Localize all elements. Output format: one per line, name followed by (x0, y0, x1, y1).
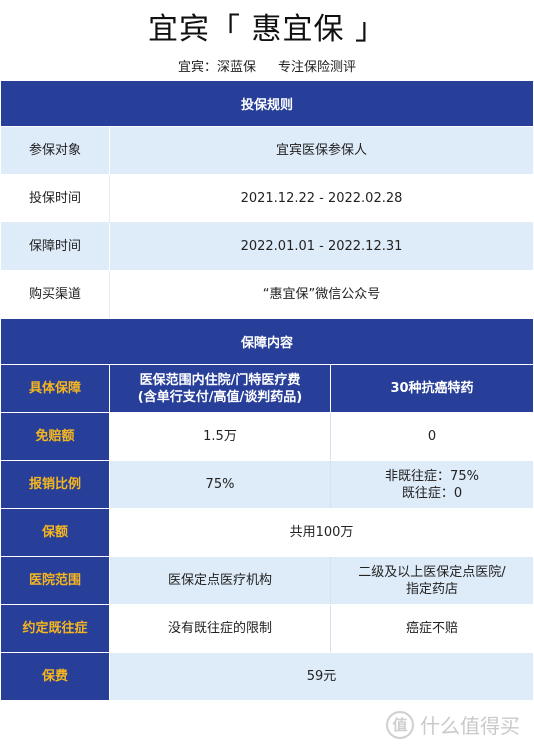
coverage-section-header: 保障内容 (1, 319, 533, 365)
coverage-header-label: 保障内容 (240, 336, 293, 351)
rules-value: “惠宜保”微信公众号 (262, 287, 381, 302)
coverage-value: 非既往症：75% 既往症：0 (331, 461, 533, 508)
subtitle: 宜宾：深蓝保 专注保险测评 (0, 56, 534, 75)
coverage-row-preexisting: 约定既往症 没有既往症的限制 癌症不赔 (1, 605, 533, 653)
coverage-row-premium: 保费 59元 (1, 653, 533, 701)
rules-value: 2021.12.22 - 2022.02.28 (240, 191, 403, 206)
coverage-value: 1.5万 (110, 413, 331, 460)
rules-row-channel: 购买渠道 “惠宜保”微信公众号 (1, 271, 533, 319)
hospital-line1: 二级及以上医保定点医院/ (358, 564, 506, 580)
rules-header-label: 投保规则 (240, 98, 293, 113)
subtitle-author: 宜宾：深蓝保 (177, 60, 256, 75)
coverage-value: 癌症不赔 (405, 621, 458, 636)
rules-label: 参保对象 (1, 127, 110, 174)
coverage-row-amount: 保额 共用100万 (1, 509, 533, 557)
coverage-value: 59元 (306, 669, 337, 684)
coverage-label: 约定既往症 (1, 605, 110, 652)
rules-label: 投保时间 (1, 175, 110, 222)
coverage-column-header-row: 具体保障 医保范围内住院/门特医疗费 (含单行支付/高值/谈判药品) 30种抗癌… (1, 365, 533, 413)
coverage-value: 共用100万 (289, 525, 354, 540)
coverage-col2-header: 30种抗癌特药 (331, 365, 533, 412)
coverage-value: 医保定点医疗机构 (110, 557, 331, 604)
ratio-line1: 非既往症：75% (385, 468, 479, 484)
coverage-label: 医院范围 (1, 557, 110, 604)
rules-row-target: 参保对象 宜宾医保参保人 (1, 127, 533, 175)
rules-value: 2022.01.01 - 2022.12.31 (240, 239, 403, 254)
rules-value: 宜宾医保参保人 (275, 143, 367, 158)
coverage-label: 保费 (1, 653, 110, 700)
page-title: 宜宾「 惠宜保 」 (147, 12, 387, 47)
coverage-row-ratio: 报销比例 75% 非既往症：75% 既往症：0 (1, 461, 533, 509)
coverage-col1-header: 医保范围内住院/门特医疗费 (含单行支付/高值/谈判药品) (110, 365, 331, 412)
hospital-line2: 指定药店 (405, 581, 458, 597)
coverage-value: 二级及以上医保定点医院/ 指定药店 (331, 557, 533, 604)
coverage-value: 0 (427, 429, 437, 444)
col1-header-line1: 医保范围内住院/门特医疗费 (139, 372, 301, 388)
watermark-logo-icon: 值 (386, 710, 414, 739)
col1-header-line2: (含单行支付/高值/谈判药品) (137, 389, 303, 405)
watermark-text: 什么值得买 (420, 714, 520, 738)
rules-row-coverage-time: 保障时间 2022.01.01 - 2022.12.31 (1, 223, 533, 271)
subtitle-slogan: 专注保险测评 (278, 60, 357, 75)
coverage-value: 没有既往症的限制 (110, 605, 331, 652)
coverage-row-deductible: 免赔额 1.5万 0 (1, 413, 533, 461)
rules-section-header: 投保规则 (1, 81, 533, 127)
coverage-label: 报销比例 (1, 461, 110, 508)
rules-label: 购买渠道 (1, 271, 110, 318)
insurance-table: 投保规则 参保对象 宜宾医保参保人 投保时间 2021.12.22 - 2022… (1, 81, 533, 701)
watermark: 值 什么值得买 (386, 710, 520, 739)
coverage-label-header: 具体保障 (1, 365, 110, 412)
coverage-label: 保额 (1, 509, 110, 556)
coverage-label: 免赔额 (1, 413, 110, 460)
coverage-row-hospital: 医院范围 医保定点医疗机构 二级及以上医保定点医院/ 指定药店 (1, 557, 533, 605)
rules-row-enroll-time: 投保时间 2021.12.22 - 2022.02.28 (1, 175, 533, 223)
ratio-line2: 既往症：0 (401, 485, 463, 501)
rules-label: 保障时间 (1, 223, 110, 270)
coverage-value: 75% (110, 461, 331, 508)
